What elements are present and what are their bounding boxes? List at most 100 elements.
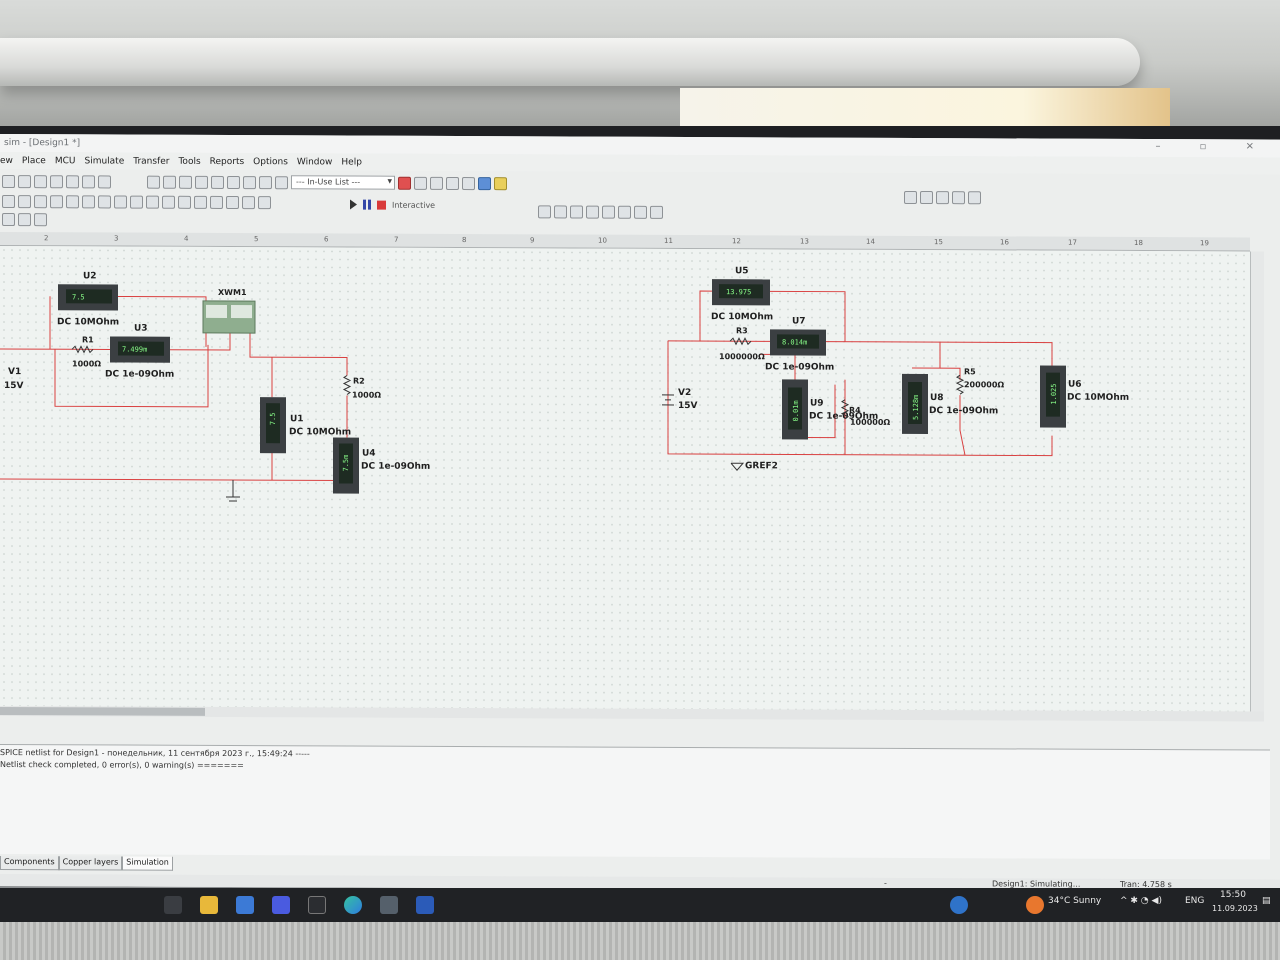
ultiboard-forward-icon[interactable] [446,176,459,190]
zoom-sheet-icon[interactable] [952,190,965,204]
u7-label: U7 [792,316,806,326]
fullscreen-icon[interactable] [968,190,981,204]
menu-transfer[interactable]: Transfer [133,156,169,166]
multimeter-icon[interactable] [538,204,551,218]
hierarchy-icon[interactable] [2,212,15,226]
component-wizard-icon[interactable] [211,175,224,189]
multisim-active-icon[interactable] [380,896,398,914]
word-generator-icon[interactable] [618,205,631,219]
stop-simulation-icon[interactable] [377,200,386,210]
logic-analyzer-icon[interactable] [634,205,647,219]
tab-copper-layers[interactable]: Copper layers [58,856,123,871]
clock-date[interactable]: 11.09.2023 [1212,904,1258,913]
u8-label: U8 [930,393,944,403]
find-examples-icon[interactable] [462,176,475,190]
erc-icon[interactable] [243,175,256,189]
ladder-icon[interactable] [242,195,255,209]
help-circle-icon[interactable] [950,896,968,914]
spreadsheet-icon[interactable] [179,175,192,189]
mail-icon[interactable] [236,896,254,914]
menu-tools[interactable]: Tools [178,156,200,166]
function-generator-icon[interactable] [554,204,567,218]
toggle-fullscreen-icon[interactable] [147,175,160,189]
multisim-taskbar-icon[interactable] [308,896,326,914]
schematic-canvas[interactable]: 7.5 U2 DC 10MOhm 7.499m U3 DC 1e-09Ohm R… [0,246,1250,712]
tray-icons[interactable]: ^ ✱ ◔ ◀) [1120,896,1162,906]
clock-time[interactable]: 15:50 [1220,890,1246,900]
print-preview-icon[interactable] [18,174,31,188]
cmos-icon[interactable] [98,194,111,208]
resistor-r2[interactable] [342,375,352,395]
electromechanical-icon[interactable] [226,195,239,209]
zoom-in-icon[interactable] [904,190,917,204]
interactive-mode-label[interactable]: Interactive [392,200,435,209]
teams-icon[interactable] [272,896,290,914]
ruler-tick: 6 [324,235,329,244]
rf-icon[interactable] [210,195,223,209]
ttl-icon[interactable] [82,194,95,208]
pause-simulation-icon[interactable] [363,199,371,210]
indicator-icon[interactable] [162,195,175,209]
mcu-icon[interactable] [114,194,127,209]
copy-icon[interactable] [50,174,63,188]
menu-options[interactable]: Options [253,157,288,167]
misc-digital-icon[interactable] [130,195,143,209]
word-icon[interactable] [416,896,434,914]
wattmeter-icon[interactable] [570,204,583,219]
cut-icon[interactable] [34,174,47,188]
redo-icon[interactable] [98,174,111,188]
weather-text[interactable]: 34°C Sunny [1048,896,1101,906]
help-icon[interactable] [494,176,507,190]
bus-icon[interactable] [258,195,271,209]
menu-place[interactable]: Place [22,156,46,166]
window-controls[interactable]: – ▫ ✕ [1155,141,1272,153]
menu-window[interactable]: Window [297,157,333,167]
instrument-settings-icon[interactable] [650,205,663,219]
undo-icon[interactable] [82,174,95,188]
subcircuit-icon[interactable] [18,212,31,226]
postprocessor-icon[interactable] [227,175,240,189]
basic-icon[interactable] [18,194,31,208]
zoom-area-icon[interactable] [936,190,949,204]
tab-simulation[interactable]: Simulation [122,856,173,871]
task-view-icon[interactable] [164,896,182,914]
analog-icon[interactable] [66,194,79,208]
weather-icon[interactable] [1026,896,1044,914]
transistor-icon[interactable] [50,194,63,208]
print-icon[interactable] [2,174,15,188]
grapher-icon[interactable] [163,175,176,189]
language-indicator[interactable]: ENG [1185,896,1204,906]
source-icon[interactable] [2,194,15,208]
forward-annotate-icon[interactable] [275,175,288,189]
monitor-bezel-bottom [0,922,1280,960]
paste-icon[interactable] [66,174,79,188]
edge-icon[interactable] [344,896,362,914]
education-icon[interactable] [478,176,491,190]
vertical-scrollbar[interactable] [1250,251,1264,712]
back-annotate-icon[interactable] [259,175,272,189]
probe-icon[interactable] [398,176,411,190]
in-use-list-dropdown[interactable]: --- In-Use List --- [291,175,395,190]
menu-reports[interactable]: Reports [210,156,245,166]
bode-plotter-icon[interactable] [602,205,615,219]
ultiboard-back-icon[interactable] [430,176,443,190]
tab-components[interactable]: Components [0,856,59,871]
diode-icon[interactable] [34,194,47,208]
file-explorer-icon[interactable] [200,896,218,914]
run-simulation-icon[interactable] [350,199,357,210]
database-icon[interactable] [195,175,208,189]
new-sheet-icon[interactable] [34,212,47,226]
scroll-thumb[interactable] [0,707,205,716]
mixed-icon[interactable] [146,195,159,209]
menu-simulate[interactable]: Simulate [84,156,124,166]
menu-mcu[interactable]: MCU [55,156,76,166]
zoom-out-icon[interactable] [920,190,933,204]
menu-view[interactable]: ew [0,156,13,166]
u5-label: U5 [735,266,749,276]
misc-icon[interactable] [194,195,207,209]
probe-settings-icon[interactable] [414,176,427,190]
menu-help[interactable]: Help [341,157,362,167]
power-icon[interactable] [178,195,191,209]
notification-icon[interactable]: ▤ [1262,896,1271,906]
oscilloscope-icon[interactable] [586,205,599,219]
